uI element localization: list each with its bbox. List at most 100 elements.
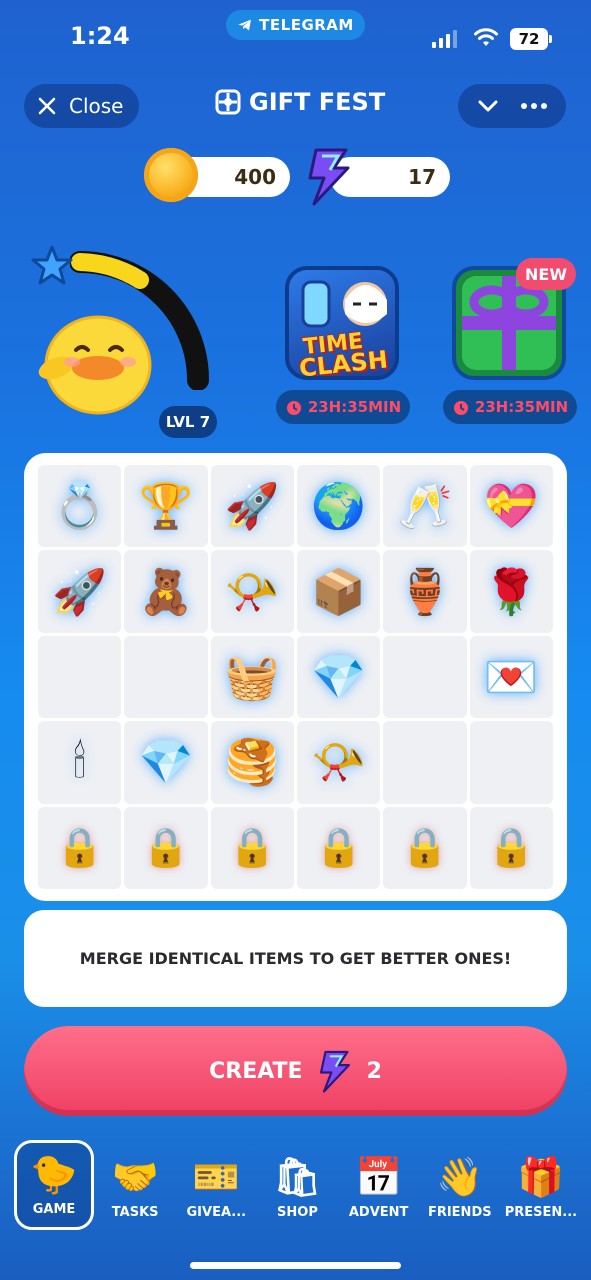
grid-item[interactable]: 🏺 xyxy=(383,550,467,633)
nav-item-advent[interactable]: 📅 ADVENT xyxy=(339,1140,419,1230)
grid-item[interactable]: 🚀 xyxy=(38,550,122,633)
item-icon: 🧸 xyxy=(138,566,194,618)
close-label: Close xyxy=(69,94,124,118)
grid-item[interactable]: 🌹 xyxy=(469,550,553,633)
merge-hint: MERGE IDENTICAL ITEMS TO GET BETTER ONES… xyxy=(24,910,567,1007)
star-icon xyxy=(31,245,73,285)
nav-label: GAME xyxy=(32,1202,76,1217)
item-icon: 💎 xyxy=(311,651,367,703)
energy-bolt-icon xyxy=(308,148,350,206)
merge-board: 💍 🏆 🚀 🌍 🥂 💝 🚀 🧸 📯 📦 🏺 🌹 🧺 💎 💌 🕯 💎 🥞 📯 🔒 🔒 🔒 🔒 🔒 🔒 xyxy=(24,453,567,901)
item-icon: 💍 xyxy=(52,481,108,533)
item-icon: 📦 xyxy=(311,566,367,618)
telegram-icon xyxy=(238,19,252,31)
grid-item[interactable]: 🥂 xyxy=(383,465,467,548)
nav-icon: 👋 xyxy=(436,1155,484,1199)
nav-item-tasks[interactable]: 🤝 TASKS xyxy=(95,1140,175,1230)
home-indicator xyxy=(190,1262,401,1269)
status-time: 1:24 xyxy=(70,22,130,50)
item-icon: 🌍 xyxy=(311,481,367,533)
item-icon: 💎 xyxy=(138,737,194,789)
locked-cell[interactable]: 🔒 xyxy=(383,806,467,889)
grid-item[interactable]: 🧺 xyxy=(210,635,294,719)
locked-cell[interactable]: 🔒 xyxy=(297,806,381,889)
grid-item[interactable]: 📯 xyxy=(210,550,294,633)
nav-item-friends[interactable]: 👋 FRIENDS xyxy=(420,1140,500,1230)
lock-icon: 🔒 xyxy=(315,825,363,870)
header-menu xyxy=(458,84,566,128)
grid-item[interactable]: 📦 xyxy=(297,550,381,633)
grid-item[interactable]: 🕯 xyxy=(38,721,122,804)
empty-cell[interactable] xyxy=(383,635,467,719)
grid-item[interactable]: 💌 xyxy=(469,635,553,719)
close-icon xyxy=(38,97,56,115)
grid-item[interactable]: 🥞 xyxy=(210,721,294,804)
new-badge: NEW xyxy=(516,258,576,290)
item-icon: 💝 xyxy=(483,481,539,533)
nav-icon: 🎁 xyxy=(517,1155,565,1199)
locked-cell[interactable]: 🔒 xyxy=(124,806,208,889)
locked-cell[interactable]: 🔒 xyxy=(469,806,553,889)
duck-avatar xyxy=(38,315,152,415)
nav-icon: 🛍 xyxy=(273,1155,322,1199)
empty-cell[interactable] xyxy=(124,635,208,719)
event-time-clash[interactable]: TIME CLASH xyxy=(285,266,399,380)
item-icon: 🚀 xyxy=(52,566,108,618)
telegram-pill[interactable]: TELEGRAM xyxy=(226,10,365,40)
chevron-down-icon[interactable] xyxy=(476,94,500,118)
coin-icon xyxy=(144,148,198,202)
grid-item[interactable]: 🌍 xyxy=(297,465,381,548)
lock-icon: 🔒 xyxy=(401,825,449,870)
event-timer: 23H:35MIN xyxy=(276,390,410,424)
nav-icon: 🤝 xyxy=(111,1155,159,1199)
gift-fest-logo-icon xyxy=(215,89,241,115)
nav-label: GIVEA... xyxy=(186,1205,247,1220)
lock-icon: 🔒 xyxy=(142,825,190,870)
page-title: GIFT FEST xyxy=(215,88,385,116)
nav-label: PRESEN... xyxy=(504,1205,578,1220)
item-icon: 🕯 xyxy=(73,736,86,788)
nav-item-game[interactable]: 🐤 GAME xyxy=(14,1140,94,1230)
lock-icon: 🔒 xyxy=(487,825,535,870)
grid-item[interactable]: 💝 xyxy=(469,465,553,548)
more-icon[interactable] xyxy=(520,102,548,110)
item-icon: 📯 xyxy=(311,737,367,789)
bottom-nav: 🐤 GAME 🤝 TASKS 🎫 GIVEA... 🛍 SHOP 📅 ADVENT 👋 FRIENDS… xyxy=(0,1140,591,1232)
level-badge: LVL 7 xyxy=(159,406,217,438)
wifi-icon xyxy=(474,28,498,46)
grid-item[interactable]: 🚀 xyxy=(210,465,294,548)
create-button[interactable]: CREATE 2 xyxy=(24,1026,567,1116)
grid-item[interactable]: 📯 xyxy=(297,721,381,804)
lock-icon: 🔒 xyxy=(228,825,276,870)
nav-label: TASKS xyxy=(111,1205,159,1220)
empty-cell[interactable] xyxy=(469,721,553,804)
nav-label: ADVENT xyxy=(348,1205,409,1220)
nav-item-givea[interactable]: 🎫 GIVEA... xyxy=(176,1140,256,1230)
timer-text: 23H:35MIN xyxy=(307,398,402,416)
item-icon: 🥞 xyxy=(224,737,280,789)
nav-icon: 🐤 xyxy=(30,1152,78,1196)
nav-item-shop[interactable]: 🛍 SHOP xyxy=(257,1140,337,1230)
grid-item[interactable]: 💍 xyxy=(38,465,122,548)
battery-icon: 72 xyxy=(510,28,552,50)
nav-item-presen[interactable]: 🎁 PRESEN... xyxy=(501,1140,581,1230)
title-text: GIFT FEST xyxy=(249,88,386,116)
item-icon: 🧺 xyxy=(224,651,280,703)
locked-cell[interactable]: 🔒 xyxy=(210,806,294,889)
signal-icon xyxy=(432,30,457,48)
grid-item[interactable]: 🧸 xyxy=(124,550,208,633)
grid-item[interactable]: 🏆 xyxy=(124,465,208,548)
grid-item[interactable]: 💎 xyxy=(297,635,381,719)
close-button[interactable]: Close xyxy=(24,84,139,128)
zeus-icon xyxy=(301,280,387,328)
locked-cell[interactable]: 🔒 xyxy=(38,806,122,889)
empty-cell[interactable] xyxy=(383,721,467,804)
create-label: CREATE xyxy=(209,1058,303,1084)
create-cost: 2 xyxy=(366,1058,382,1084)
empty-cell[interactable] xyxy=(38,635,122,719)
item-icon: 🏆 xyxy=(138,481,194,533)
nav-label: FRIENDS xyxy=(427,1205,492,1220)
grid-item[interactable]: 💎 xyxy=(124,721,208,804)
telegram-label: TELEGRAM xyxy=(259,16,354,34)
item-icon: 📯 xyxy=(224,566,280,618)
